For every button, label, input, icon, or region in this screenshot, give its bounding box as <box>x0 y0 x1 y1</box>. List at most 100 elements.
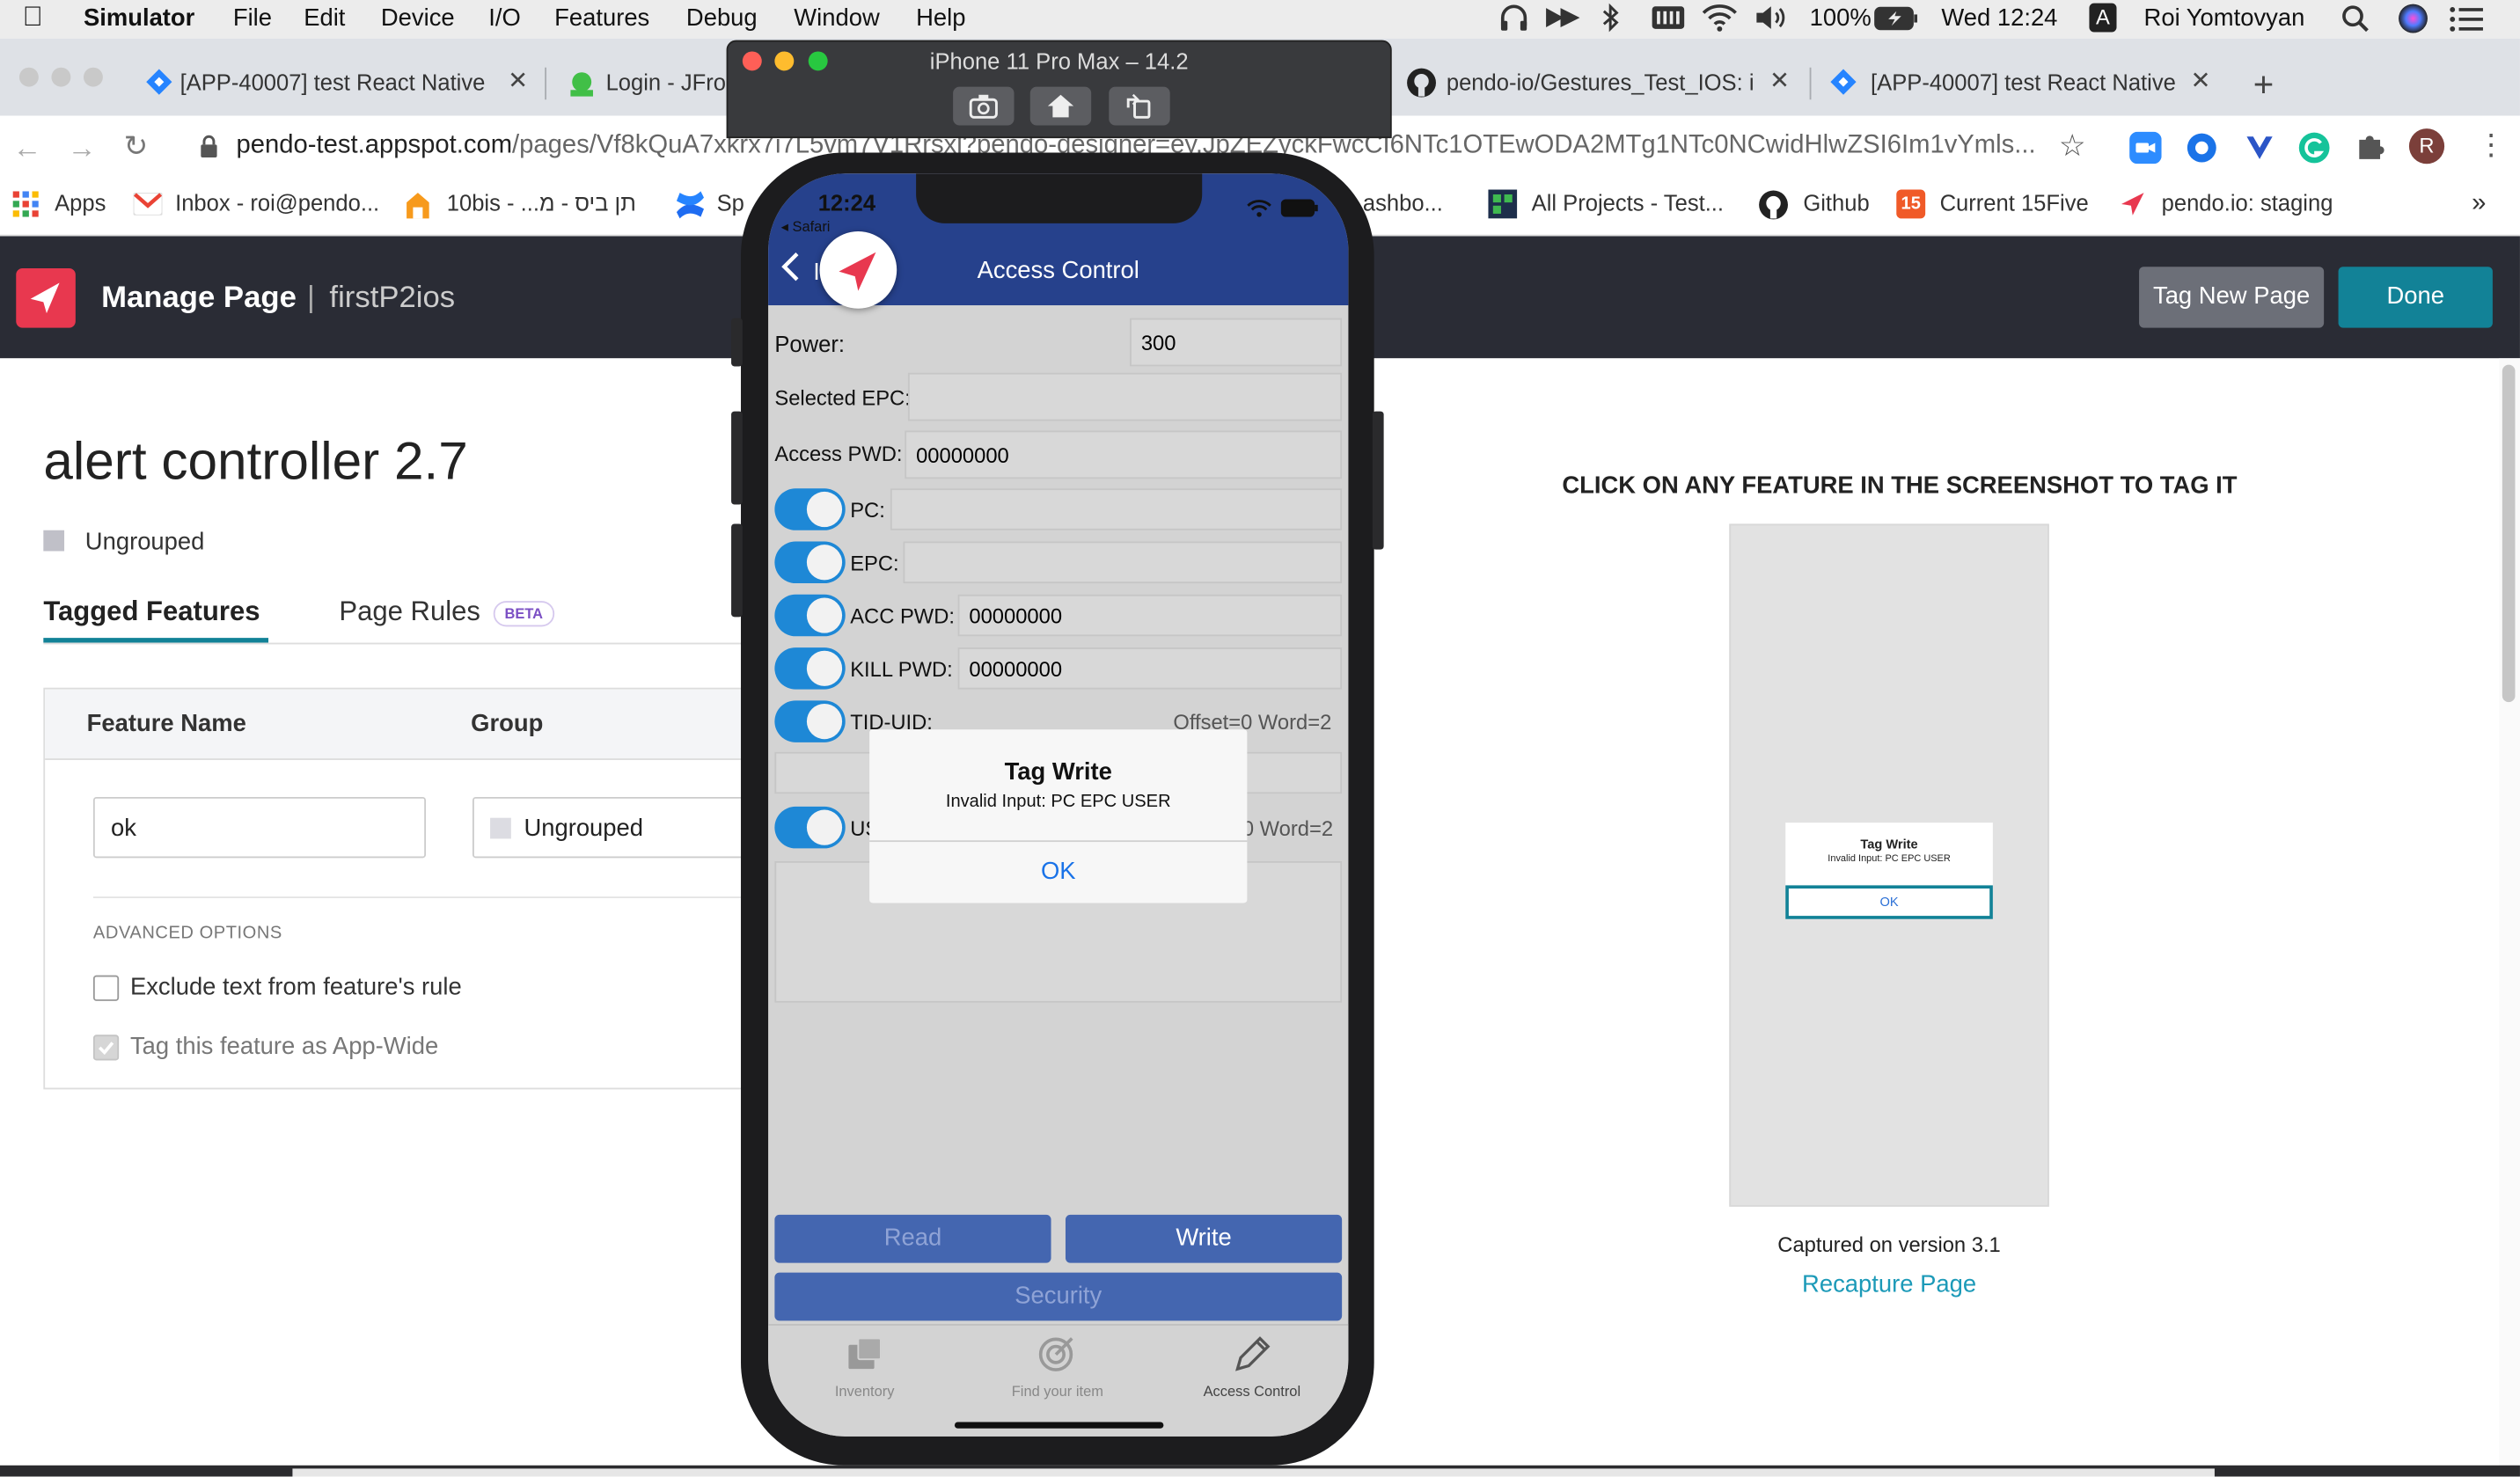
zoom-extension-icon[interactable] <box>2129 131 2162 172</box>
browser-tab-3[interactable]: pendo-io/Gestures_Test_IOS: i ✕ <box>1395 51 1805 112</box>
wifi-icon[interactable] <box>1702 4 1737 39</box>
menu-device[interactable]: Device <box>381 4 455 32</box>
bookmark-10bis[interactable]: 10bis - ...תן ביס - מ <box>447 190 636 216</box>
extensions-puzzle-icon[interactable] <box>2355 130 2387 171</box>
menubar-user[interactable]: Roi Yomtovyan <box>2144 4 2305 32</box>
profile-avatar[interactable]: R <box>2408 128 2445 165</box>
window-zoom-button[interactable] <box>83 67 103 87</box>
menu-features[interactable]: Features <box>554 4 649 32</box>
recapture-page-link[interactable]: Recapture Page <box>1729 1271 2048 1298</box>
tab-find-item[interactable]: Find your item <box>993 1332 1122 1402</box>
page-scrollbar[interactable] <box>2499 358 2520 1477</box>
reload-icon[interactable]: ↻ <box>124 130 149 164</box>
bookmark-github[interactable]: Github <box>1803 190 1869 216</box>
screenshot-ok-tagged[interactable]: OK <box>1785 885 1993 919</box>
forward-arrow-icon[interactable]: → <box>68 132 97 165</box>
menu-debug[interactable]: Debug <box>686 4 758 32</box>
bookmarks-overflow[interactable]: » <box>2472 190 2486 219</box>
user-toggle[interactable] <box>774 806 846 849</box>
acc-pwd-field[interactable]: 00000000 <box>957 594 1343 637</box>
browser-tab-4[interactable]: [APP-40007] test React Native ✕ <box>1820 51 2230 112</box>
bookmark-dashboard[interactable]: ashbo... <box>1363 190 1443 216</box>
tab-page-rules[interactable]: Page Rules <box>339 596 480 629</box>
keyboard-icon[interactable] <box>1651 4 1686 37</box>
browser-tab-1[interactable]: [APP-40007] test React Native ✕ <box>128 51 540 112</box>
bookmark-star-icon[interactable]: ☆ <box>2059 128 2086 165</box>
forward-arrows-icon[interactable] <box>1544 4 1583 37</box>
tab-access-control[interactable]: Access Control <box>1188 1332 1316 1402</box>
bookmark-inbox[interactable]: Inbox - roi@pendo... <box>175 190 379 216</box>
exclude-text-checkbox[interactable] <box>92 975 120 1001</box>
tid-uid-toggle[interactable] <box>774 700 846 742</box>
bookmark-apps[interactable]: Apps <box>55 190 106 216</box>
siri-icon[interactable] <box>2398 4 2428 40</box>
menubar-clock[interactable]: Wed 12:24 <box>1941 4 2057 32</box>
back-to-safari[interactable]: ◂ Safari <box>781 218 831 236</box>
bookmark-sp[interactable]: Sp <box>717 190 744 216</box>
done-button[interactable]: Done <box>2338 267 2493 328</box>
apps-grid-icon[interactable] <box>12 191 39 222</box>
pc-toggle[interactable] <box>774 488 846 530</box>
menu-app-name[interactable]: Simulator <box>84 4 194 32</box>
back-arrow-icon[interactable]: ← <box>13 132 42 165</box>
screenshot-alert[interactable]: Tag Write Invalid Input: PC EPC USER OK <box>1785 823 1993 919</box>
bookmark-all-projects[interactable]: All Projects - Test... <box>1532 190 1724 216</box>
tab-inventory[interactable]: Inventory <box>801 1332 929 1402</box>
rotate-button[interactable] <box>1109 86 1170 126</box>
github-icon <box>1758 190 1789 225</box>
read-button[interactable]: Read <box>774 1214 1051 1263</box>
new-tab-plus-icon[interactable]: + <box>2253 64 2274 106</box>
epc-field[interactable] <box>903 541 1343 584</box>
extension-circle-icon[interactable] <box>2186 132 2218 172</box>
window-close-button[interactable] <box>18 67 39 87</box>
menu-window[interactable]: Window <box>794 4 879 32</box>
volume-icon[interactable] <box>1754 4 1789 39</box>
lock-icon[interactable] <box>199 135 218 167</box>
close-tab-icon[interactable]: ✕ <box>508 66 528 95</box>
home-button[interactable] <box>1029 86 1092 126</box>
scrollbar-thumb[interactable] <box>2502 364 2516 703</box>
access-pwd-field[interactable]: 00000000 <box>905 430 1343 479</box>
bookmark-pendo-staging[interactable]: pendo.io: staging <box>2162 190 2333 216</box>
group-select[interactable]: Ungrouped <box>472 796 762 859</box>
menu-edit[interactable]: Edit <box>304 4 345 32</box>
extension-v-icon[interactable] <box>2244 132 2276 172</box>
tab-tagged-features[interactable]: Tagged Features <box>43 596 260 629</box>
pendo-designer-button[interactable] <box>819 231 897 309</box>
close-tab-icon[interactable]: ✕ <box>2191 66 2211 95</box>
menu-file[interactable]: File <box>233 4 272 32</box>
bluetooth-icon[interactable] <box>1601 3 1620 39</box>
write-button[interactable]: Write <box>1065 1214 1343 1263</box>
pc-field[interactable] <box>890 488 1343 530</box>
alert-ok-button[interactable]: OK <box>869 858 1247 885</box>
battery-icon[interactable] <box>1874 6 1919 37</box>
grammarly-icon[interactable] <box>2298 132 2331 172</box>
security-button[interactable]: Security <box>774 1272 1343 1321</box>
tag-new-page-button[interactable]: Tag New Page <box>2139 267 2325 328</box>
notification-center-icon[interactable] <box>2450 6 2485 39</box>
power-field[interactable]: 300 <box>1130 318 1343 367</box>
page-screenshot[interactable]: Tag Write Invalid Input: PC EPC USER OK <box>1729 523 2049 1207</box>
kill-pwd-toggle[interactable] <box>774 647 846 690</box>
kill-pwd-field[interactable]: 00000000 <box>957 647 1343 690</box>
acc-pwd-toggle[interactable] <box>774 594 846 637</box>
close-tab-icon[interactable]: ✕ <box>1769 66 1790 95</box>
pendo-logo-icon <box>30 282 60 314</box>
app-wide-checkbox[interactable] <box>92 1035 120 1061</box>
apple-icon[interactable]:  <box>23 2 43 34</box>
selected-epc-field[interactable] <box>907 372 1343 421</box>
input-source-icon[interactable]: A <box>2089 3 2117 33</box>
chrome-menu-icon[interactable]: ⋮ <box>2477 128 2506 162</box>
bookmark-current-15five[interactable]: Current 15Five <box>1940 190 2089 216</box>
menu-help[interactable]: Help <box>916 4 965 32</box>
headphones-icon[interactable] <box>1498 4 1530 39</box>
menu-io[interactable]: I/O <box>488 4 521 32</box>
spotlight-search-icon[interactable] <box>2341 4 2370 40</box>
window-minimize-button[interactable] <box>51 67 71 87</box>
gmail-icon <box>132 192 164 220</box>
page-group[interactable]: Ungrouped <box>85 529 205 556</box>
feature-name-input[interactable]: ok <box>92 796 427 859</box>
epc-toggle[interactable] <box>774 541 846 584</box>
screenshot-button[interactable] <box>953 86 1015 126</box>
browser-tab-2[interactable]: Login - JFro <box>554 51 731 112</box>
